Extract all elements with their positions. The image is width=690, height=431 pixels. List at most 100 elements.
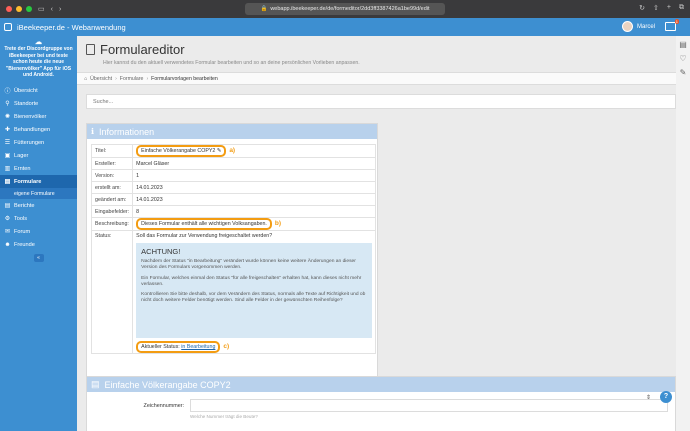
sidebar-item-label: Ernten — [14, 165, 31, 172]
info-panel-header: ℹ Informationen — [87, 124, 377, 139]
maximize-window-icon[interactable] — [26, 6, 32, 12]
row-label: Ersteller: — [90, 157, 134, 170]
sidebar-item-lager[interactable]: ▣ Lager — [0, 149, 77, 162]
row-value: 14.01.2023 — [132, 181, 377, 194]
clipboard-icon[interactable]: ▤ — [679, 40, 687, 49]
location-pin-icon: ⚲ — [5, 101, 10, 108]
sidebar-item-forum[interactable]: ✉ Forum — [0, 225, 77, 238]
table-row: Beschreibung: Dieses Formular enthält al… — [90, 217, 377, 231]
table-row: geändert am: 14.01.2023 — [90, 193, 377, 206]
sort-icon[interactable]: ⇕ — [646, 394, 651, 401]
heart-icon[interactable]: ♡ — [679, 54, 686, 63]
url-bar[interactable]: 🔒 webapp.ibeekeeper.de/de/formeditor/2dd… — [245, 3, 445, 15]
row-value: 14.01.2023 — [132, 193, 377, 206]
username[interactable]: Marcel — [637, 24, 655, 30]
row-value: 1 — [132, 169, 377, 182]
pencil-icon[interactable]: ✎ — [680, 68, 687, 77]
row-label: Titel: — [90, 144, 134, 158]
sidebar-item-behandlungen[interactable]: ✚ Behandlungen — [0, 123, 77, 136]
info-icon: ⓘ — [4, 89, 11, 96]
row-label: geändert am: — [90, 193, 134, 206]
sidebar: ☁ Trete der Discordgruppe von iBeekeeper… — [0, 36, 77, 431]
current-status-label: Aktueller Status: — [141, 344, 180, 350]
url-text: webapp.ibeekeeper.de/de/formeditor/2dd3f… — [270, 6, 430, 12]
help-button[interactable]: ? — [660, 391, 672, 403]
sidebar-item-tools[interactable]: ⚙ Tools — [0, 212, 77, 225]
app-title: iBeekeeper.de - Webanwendung — [17, 22, 126, 32]
share-icon[interactable]: ⇧ — [653, 4, 659, 12]
document-icon: ▤ — [91, 379, 100, 389]
sidebar-toggle-icon[interactable]: ▭ — [38, 5, 45, 13]
sidebar-item-label: Lager — [14, 152, 29, 159]
app-header: iBeekeeper.de - Webanwendung Marcel 1 — [0, 18, 690, 36]
annotation-a: a) — [229, 147, 236, 154]
sidebar-item-formulare[interactable]: ▤ Formulare — [0, 175, 77, 189]
sidebar-item-eigene-formulare[interactable]: eigene Formulare — [0, 188, 77, 200]
report-icon: ▤ — [4, 203, 11, 210]
table-row: erstellt am: 14.01.2023 — [90, 181, 377, 194]
lock-icon: 🔒 — [260, 6, 268, 12]
chart-icon: ▥ — [4, 166, 11, 173]
sidebar-nav: ⓘ Übersicht ⚲ Standorte ✺ Bienenvölker ✚ Beh… — [0, 84, 77, 263]
breadcrumb-uebersicht[interactable]: Übersicht — [90, 76, 112, 82]
bee-icon: ✺ — [4, 114, 11, 121]
sidebar-item-freunde[interactable]: ☻ Freunde — [0, 238, 77, 251]
discord-text: Trete der Discordgruppe von iBeekeeper b… — [4, 46, 73, 79]
field-label: Zeichennummer: — [143, 402, 184, 409]
minimize-window-icon[interactable] — [16, 6, 22, 12]
breadcrumb-formulare[interactable]: Formulare — [120, 76, 144, 82]
new-tab-icon[interactable]: + — [667, 4, 671, 12]
page-subtitle: Hier kannst du den aktuell verwendetes F… — [103, 60, 360, 66]
reload-icon[interactable]: ↻ — [639, 4, 645, 12]
info-panel: ℹ Informationen Titel: Einfache Völkeran… — [86, 123, 378, 393]
status-link[interactable]: in Bearbeitung — [181, 344, 215, 350]
sidebar-item-label: Formulare — [14, 178, 42, 185]
table-row: Eingabefelder: 8 — [90, 205, 377, 218]
edit-pencil-icon[interactable]: ✎ — [217, 148, 221, 154]
sidebar-item-label: Behandlungen — [14, 126, 51, 133]
avatar[interactable] — [621, 21, 633, 32]
sidebar-item-uebersicht[interactable]: ⓘ Übersicht — [0, 84, 77, 97]
sidebar-item-fuetterungen[interactable]: ☰ Fütterungen — [0, 136, 77, 149]
row-value: 8 — [132, 205, 377, 218]
tabs-icon[interactable]: ⧉ — [679, 4, 684, 12]
utility-bar: ▤ ♡ ✎ — [676, 36, 690, 86]
description-value[interactable]: Dieses Formular enthält alle wichtigen V… — [136, 218, 272, 230]
clipboard-icon — [86, 44, 95, 55]
app-logo-icon[interactable] — [4, 23, 12, 31]
discord-banner[interactable]: ☁ Trete der Discordgruppe von iBeekeeper… — [0, 36, 77, 78]
users-icon: ☻ — [4, 241, 11, 248]
sidebar-item-label: Übersicht — [14, 87, 38, 94]
sidebar-item-label: Forum — [14, 228, 31, 235]
info-panel-title: Informationen — [99, 126, 155, 137]
sidebar-item-label: Freunde — [14, 241, 35, 248]
truck-icon: ▣ — [4, 153, 11, 160]
sidebar-item-standorte[interactable]: ⚲ Standorte — [0, 97, 77, 110]
notification-icon[interactable]: 1 — [665, 19, 679, 31]
search-input[interactable] — [86, 94, 676, 109]
sidebar-item-berichte[interactable]: ▤ Berichte — [0, 199, 77, 212]
table-row: Status: Soll das Formular zur Verwendung… — [90, 230, 377, 354]
forward-icon[interactable]: › — [59, 6, 61, 13]
table-row: Titel: Einfache Völkerangabe COPY2 ✎ a) — [90, 144, 377, 158]
warning-text-1: Nachdem der Status "in Bearbeitung" verä… — [141, 259, 356, 271]
title-value[interactable]: Einfache Völkerangabe COPY2 ✎ — [136, 145, 227, 157]
chat-icon: ✉ — [4, 229, 11, 236]
table-row: Version: 1 — [90, 169, 377, 182]
sidebar-item-bienenvoelker[interactable]: ✺ Bienenvölker — [0, 110, 77, 123]
close-window-icon[interactable] — [6, 6, 12, 12]
sidebar-item-ernten[interactable]: ▥ Ernten — [0, 162, 77, 175]
zeichennummer-field[interactable] — [190, 399, 668, 412]
breadcrumb-current: Formularvorlagen bearbeiten — [151, 75, 218, 82]
sidebar-item-label: eigene Formulare — [14, 190, 55, 197]
notification-badge: 1 — [674, 19, 679, 24]
title-text: Einfache Völkerangabe COPY2 — [141, 148, 216, 154]
info-icon: ℹ — [91, 127, 95, 136]
warning-text-2: Ein Formular, welches einmal den Status … — [141, 275, 362, 287]
form-section: ▤ Einfache Völkerangabe COPY2 Zeichennum… — [86, 376, 676, 431]
annotation-c: c) — [223, 343, 230, 350]
info-table: Titel: Einfache Völkerangabe COPY2 ✎ a) E… — [90, 144, 377, 354]
collapse-sidebar-icon[interactable]: « — [33, 254, 44, 263]
row-label: Eingabefelder: — [90, 205, 134, 218]
back-icon[interactable]: ‹ — [51, 6, 53, 13]
